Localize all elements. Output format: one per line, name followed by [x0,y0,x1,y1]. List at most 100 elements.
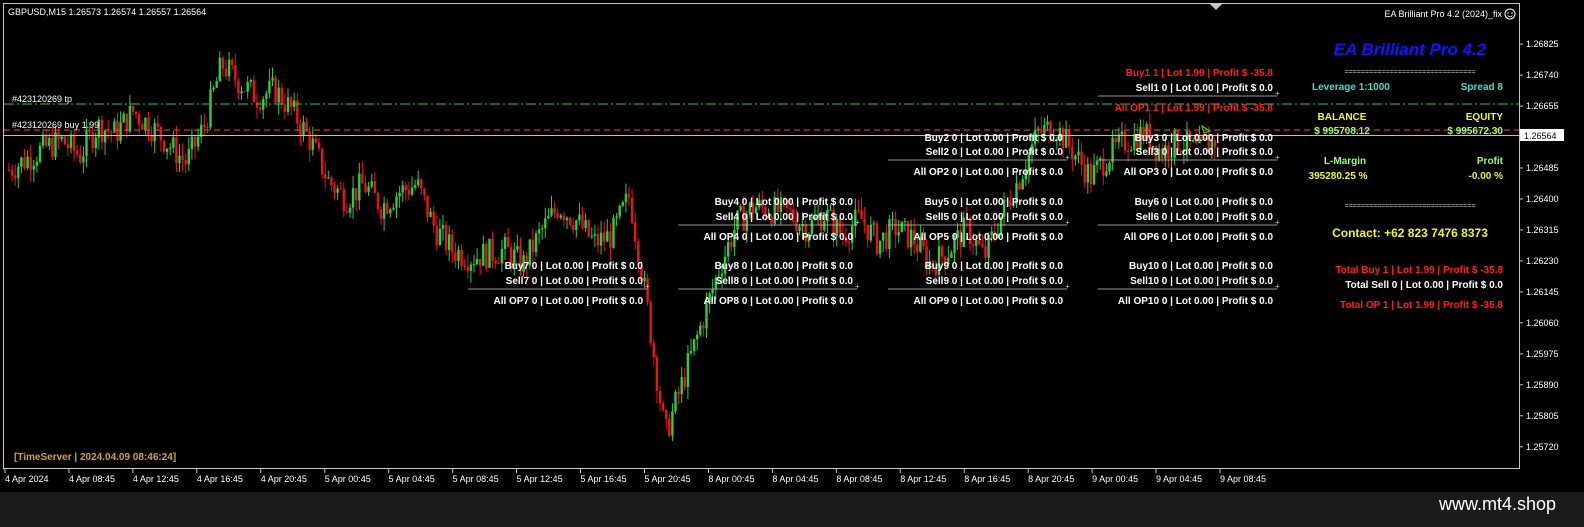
candle-body [122,113,125,123]
y-tick-label: 1.26145 [1526,287,1559,297]
candle-body [1074,155,1077,160]
candle-body [255,102,259,108]
candle-body [413,185,417,188]
y-tick-label: 1.26315 [1526,225,1559,235]
y-tick-label: 1.25975 [1526,349,1559,359]
x-tick-label: 5 Apr 00:45 [325,474,371,484]
candle-body [324,174,327,179]
candle-body [308,131,311,150]
candle-body [144,117,147,130]
candle-body [866,224,869,241]
candle-body [119,122,122,141]
candle-body [51,138,54,157]
candle-body [271,77,274,81]
candle-body [875,223,879,254]
candle-body [460,249,463,266]
candle-body [1046,121,1049,125]
y-tick-label: 1.26230 [1526,256,1559,266]
candle-body [575,220,578,230]
x-tick-label: 4 Apr 16:45 [197,474,243,484]
order-block-10-sell: Sell10 0 | Lot 0.00 | Profit $ 0.0 [1130,276,1273,287]
y-tick-label: 1.26825 [1526,39,1559,49]
candle-body [1095,160,1099,166]
candle-body [606,231,609,242]
order-block-7-sell: Sell7 0 | Lot 0.00 | Profit $ 0.0 [506,276,644,287]
candle-body [45,134,48,146]
candle-body [984,246,987,258]
candle-body [196,136,200,147]
candle-body [94,137,97,149]
x-tick-label: 8 Apr 04:45 [772,474,818,484]
candle-body [615,216,618,218]
order-block-6-buy: Buy6 0 | Lot 0.00 | Profit $ 0.0 [1135,197,1274,208]
candle-body [1071,146,1074,160]
candle-body [69,134,73,148]
candle-body [798,226,801,232]
candle-body [386,203,389,214]
candle-body [330,177,333,186]
candle-body [265,93,268,100]
candle-body [1111,137,1114,163]
candle-body [382,203,386,219]
candle-body [699,325,702,335]
candle-body [559,215,562,219]
candle-body [1043,124,1046,133]
panel-title: EA Brilliant Pro 4.2 [1334,40,1487,59]
candle-body [696,334,699,340]
x-tick-label: 5 Apr 08:45 [453,474,499,484]
candle-body [971,244,975,246]
lmargin-value: 395280.25 % [1309,171,1368,182]
candle-body [23,157,26,168]
order-block-5-all: All OP5 0 | Lot 0.00 | Profit $ 0.0 [913,232,1063,243]
order-block-9-all: All OP9 0 | Lot 0.00 | Profit $ 0.0 [913,296,1063,307]
total-op: Total OP 1 | Lot 1.99 | Profit $ -35.8 [1340,300,1503,311]
candle-body [212,87,215,90]
candle-body [1123,131,1127,151]
candle-body [463,265,466,268]
total-sell: Total Sell 0 | Lot 0.00 | Profit $ 0.0 [1345,280,1503,291]
candle-body [894,218,897,236]
candle-body [689,351,693,354]
candle-body [506,237,510,248]
order-block-plus-icon: + [645,282,650,291]
candle-body [627,193,631,198]
candle-body [553,208,556,214]
candle-body [658,390,662,403]
candle-body [311,138,314,150]
candle-body [147,117,150,136]
leverage-label: Leverage 1:1000 [1312,82,1390,93]
order-block-7-all: All OP7 0 | Lot 0.00 | Profit $ 0.0 [493,296,643,307]
candle-body [193,136,197,147]
candle-body [981,244,984,247]
order-block-5-sell: Sell5 0 | Lot 0.00 | Profit $ 0.0 [926,212,1064,223]
candle-body [423,188,426,196]
y-tick-label: 1.26485 [1526,163,1559,173]
x-tick-label: 4 Apr 2024 [5,474,49,484]
candle-body [643,278,646,282]
panel-separator-1: ================================ [1345,69,1476,76]
lmargin-label: L-Margin [1324,156,1366,167]
candle-body [603,232,606,242]
candle-body [534,233,538,253]
candle-body [420,179,423,189]
candle-body [444,224,448,251]
candle-body [432,211,435,226]
candle-body [454,252,457,261]
candle-body [41,134,45,146]
candle-body [116,121,119,141]
order-block-8-all: All OP8 0 | Lot 0.00 | Profit $ 0.0 [703,296,853,307]
balance-label: BALANCE [1318,112,1367,123]
candle-body [339,188,342,190]
candle-body [1086,164,1089,183]
candle-body [379,209,383,219]
candle-body [72,134,76,151]
total-buy: Total Buy 1 | Lot 1.99 | Profit $ -35.8 [1335,265,1503,276]
spread-label: Spread 8 [1461,82,1504,93]
x-tick-label: 9 Apr 04:45 [1156,474,1202,484]
x-tick-label: 5 Apr 12:45 [517,474,563,484]
candle-body [1126,150,1130,152]
order-block-9-sell: Sell9 0 | Lot 0.00 | Profit $ 0.0 [926,276,1064,287]
candle-body [398,192,401,197]
price-chart[interactable]: GBPUSD,M15 1.26573 1.26574 1.26557 1.265… [0,0,1584,527]
candle-body [128,105,132,132]
